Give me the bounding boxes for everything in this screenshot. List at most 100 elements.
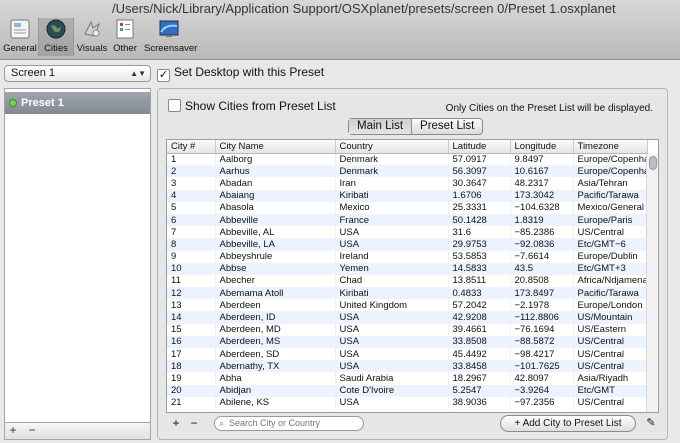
- tab-preset-list[interactable]: Preset List: [412, 119, 482, 134]
- cell-timezone: Etc/GMT−6: [573, 238, 648, 251]
- column-header-country[interactable]: Country: [335, 140, 449, 154]
- tab-main-list[interactable]: Main List: [349, 119, 413, 134]
- table-row[interactable]: 13 Aberdeen United Kingdom 57.2042 −2.1978 Eu…: [167, 299, 648, 312]
- vertical-scrollbar[interactable]: [646, 154, 658, 412]
- cell-longitude: 9.8497: [510, 153, 574, 166]
- cell-city-number: 21: [167, 396, 216, 409]
- cell-city-name: Abidjan: [215, 384, 336, 397]
- table-row[interactable]: 4 Abaiang Kiribati 1.6706 173.3042 Pacific/Ta…: [167, 189, 648, 202]
- cell-country: Yemen: [335, 262, 449, 275]
- cell-timezone: US/Central: [573, 226, 648, 239]
- cell-city-name: Abilene, KS: [215, 396, 336, 409]
- toolbar-other-label: Other: [113, 43, 137, 54]
- cell-latitude: 29.9753: [448, 238, 511, 251]
- column-header-city-number[interactable]: City #: [167, 140, 216, 154]
- cell-city-number: 3: [167, 177, 216, 190]
- remove-preset-button[interactable]: −: [24, 423, 40, 439]
- table-header-row: City # City Name Country Latitude Longit…: [167, 140, 648, 154]
- cell-country: Mexico: [335, 201, 449, 214]
- table-row[interactable]: 7 Abbeville, AL USA 31.6 −85.2386 US/Central: [167, 226, 648, 239]
- table-row[interactable]: 14 Aberdeen, ID USA 42.9208 −112.8806 US/Moun…: [167, 311, 648, 324]
- edit-pencil-icon[interactable]: ✎: [644, 416, 658, 430]
- status-dot-icon: [9, 99, 17, 107]
- add-city-button[interactable]: +: [168, 416, 184, 432]
- toolbar-cities[interactable]: Cities: [38, 18, 74, 56]
- table-row[interactable]: 10 Abbse Yemen 14.5833 43.5 Etc/GMT+3: [167, 262, 648, 275]
- search-icon: ⌕: [219, 418, 225, 428]
- sidebar-item-preset-1[interactable]: Preset 1: [5, 92, 150, 114]
- cell-timezone: Europe/Copenhagen: [573, 165, 648, 178]
- column-header-city-name[interactable]: City Name: [215, 140, 336, 154]
- toolbar-screensaver-label: Screensaver: [144, 43, 198, 54]
- table-row[interactable]: 20 Abidjan Cote D'Ivoire 5.2547 −3.9264 Etc/G…: [167, 384, 648, 397]
- toolbar-visuals[interactable]: Visuals: [74, 18, 110, 56]
- column-header-longitude[interactable]: Longitude: [510, 140, 574, 154]
- table-row[interactable]: 19 Abha Saudi Arabia 18.2967 42.8097 Asia/Riy…: [167, 372, 648, 385]
- cell-country: USA: [335, 238, 449, 251]
- cell-country: Chad: [335, 274, 449, 288]
- toolbar-other[interactable]: Other: [107, 18, 143, 56]
- cell-city-name: Abha: [215, 372, 336, 385]
- table-row[interactable]: 11 Abecher Chad 13.8511 20.8508 Africa/Ndjame…: [167, 274, 648, 288]
- cell-country: Ireland: [335, 250, 449, 263]
- search-input[interactable]: [229, 418, 359, 428]
- select-arrows-icon: ▲▼: [130, 69, 146, 78]
- table-row[interactable]: 17 Aberdeen, SD USA 45.4492 −98.4217 US/Centr…: [167, 348, 648, 361]
- sidebar-footer: + −: [4, 423, 151, 440]
- toolbar-screensaver[interactable]: Screensaver: [144, 18, 198, 56]
- add-city-to-preset-button[interactable]: + Add City to Preset List: [500, 415, 636, 432]
- table-row[interactable]: 5 Abasola Mexico 25.3331 −104.6328 Mexico/Gen…: [167, 201, 648, 214]
- cell-latitude: 33.8508: [448, 335, 511, 348]
- table-row[interactable]: 3 Abadan Iran 30.3647 48.2317 Asia/Tehran: [167, 177, 648, 190]
- cell-timezone: Mexico/General: [573, 201, 648, 214]
- cell-city-name: Aberdeen, ID: [215, 311, 336, 324]
- cell-city-number: 14: [167, 311, 216, 324]
- cell-timezone: US/Central: [573, 360, 648, 373]
- window-titlebar: /Users/Nick/Library/Application Support/…: [0, 0, 680, 60]
- table-row[interactable]: 15 Aberdeen, MD USA 39.4661 −76.1694 US/Easte…: [167, 323, 648, 336]
- screen-select[interactable]: Screen 1 ▲▼: [4, 65, 151, 82]
- table-row[interactable]: 6 Abbeville France 50.1428 1.8319 Europe/Pari…: [167, 213, 648, 227]
- column-header-timezone[interactable]: Timezone: [573, 140, 648, 154]
- scrollbar-thumb[interactable]: [649, 156, 657, 170]
- cell-country: USA: [335, 335, 449, 348]
- table-row[interactable]: 16 Aberdeen, MS USA 33.8508 −88.5872 US/Centr…: [167, 335, 648, 348]
- cell-latitude: 18.2967: [448, 372, 511, 385]
- table-row[interactable]: 18 Abernathy, TX USA 33.8458 −101.7625 US/Cen…: [167, 360, 648, 373]
- cell-city-number: 19: [167, 372, 216, 385]
- cell-longitude: 42.8097: [510, 372, 574, 385]
- cell-city-number: 10: [167, 262, 216, 275]
- cell-timezone: Etc/GMT: [573, 384, 648, 397]
- cell-timezone: Etc/GMT+3: [573, 262, 648, 275]
- cell-longitude: 1.8319: [510, 213, 574, 227]
- toolbar-general[interactable]: General: [2, 18, 38, 56]
- cell-latitude: 33.8458: [448, 360, 511, 373]
- cell-city-number: 20: [167, 384, 216, 397]
- cell-latitude: 56.3097: [448, 165, 511, 178]
- table-row[interactable]: 21 Abilene, KS USA 38.9036 −97.2356 US/Centra…: [167, 396, 648, 409]
- cell-latitude: 50.1428: [448, 213, 511, 227]
- preset-sidebar: Preset 1: [4, 88, 151, 423]
- cell-longitude: −98.4217: [510, 348, 574, 361]
- add-preset-button[interactable]: +: [5, 423, 21, 439]
- table-row[interactable]: 12 Abemama Atoll Kiribati 0.4833 173.8497 Pac…: [167, 287, 648, 300]
- set-desktop-checkbox[interactable]: ✓ Set Desktop with this Preset: [157, 65, 324, 82]
- cell-longitude: 173.3042: [510, 189, 574, 202]
- cell-timezone: Europe/Dublin: [573, 250, 648, 263]
- table-row[interactable]: 2 Aarhus Denmark 56.3097 10.6167 Europe/Copen…: [167, 165, 648, 178]
- screen-select-value: Screen 1: [11, 67, 56, 79]
- remove-city-button[interactable]: −: [186, 416, 202, 432]
- cell-latitude: 25.3331: [448, 201, 511, 214]
- column-header-latitude[interactable]: Latitude: [448, 140, 511, 154]
- cell-latitude: 13.8511: [448, 274, 511, 288]
- search-field[interactable]: ⌕: [214, 416, 364, 431]
- table-row[interactable]: 9 Abbeyshrule Ireland 53.5853 −7.6614 Europe/…: [167, 250, 648, 263]
- table-row[interactable]: 8 Abbeville, LA USA 29.9753 −92.0836 Etc/GMT−…: [167, 238, 648, 251]
- show-cities-checkbox[interactable]: Show Cities from Preset List: [168, 99, 336, 113]
- cell-country: Denmark: [335, 153, 449, 166]
- cell-city-number: 1: [167, 153, 216, 166]
- table-row[interactable]: 1 Aalborg Denmark 57.0917 9.8497 Europe/Copen…: [167, 153, 648, 166]
- cell-country: USA: [335, 396, 449, 409]
- window-title: /Users/Nick/Library/Application Support/…: [112, 1, 616, 16]
- cell-longitude: −85.2386: [510, 226, 574, 239]
